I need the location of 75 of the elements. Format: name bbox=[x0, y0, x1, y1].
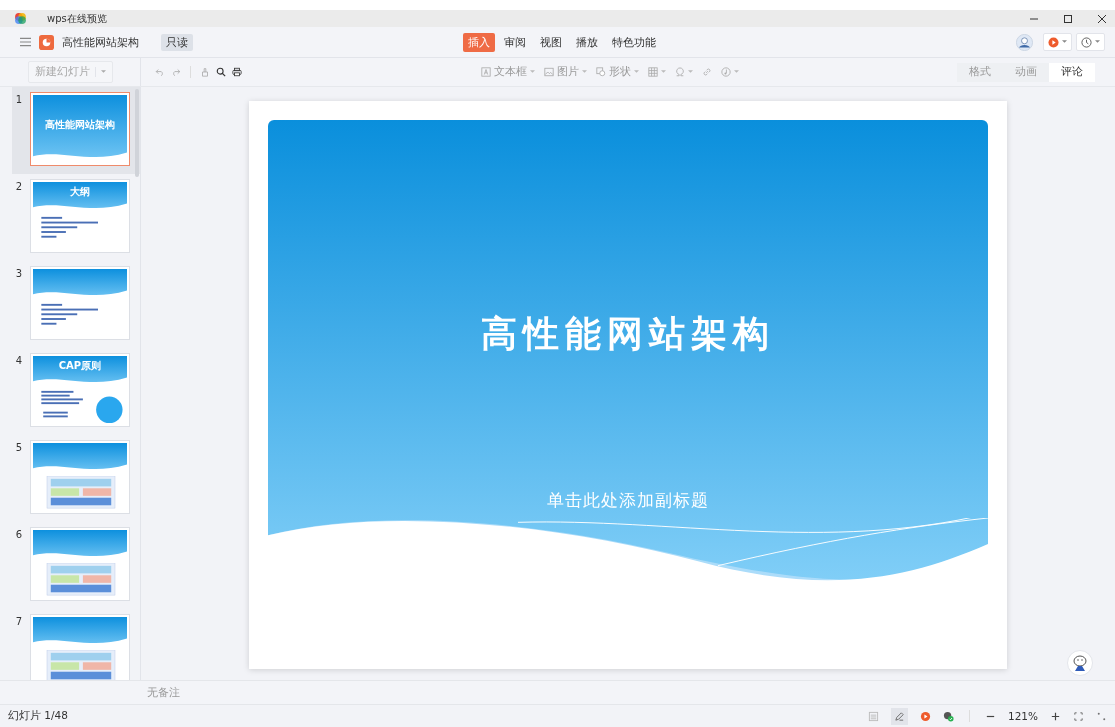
slide-thumbnail[interactable] bbox=[30, 527, 130, 601]
play-icon bbox=[1048, 36, 1059, 48]
slide-number: 2 bbox=[14, 180, 24, 194]
slide-title: 高性能网站架构 bbox=[481, 311, 775, 356]
thumbnail-title: CAP原则 bbox=[58, 360, 102, 371]
slide-number: 5 bbox=[14, 441, 24, 455]
image-tool-button[interactable]: 图片 bbox=[543, 65, 587, 79]
play-icon[interactable] bbox=[919, 710, 931, 722]
window-title: wps在线预览 bbox=[47, 11, 107, 26]
menu-tab[interactable]: 视图 bbox=[535, 32, 567, 52]
slide-thumbnail[interactable] bbox=[30, 614, 130, 680]
presentation-icon bbox=[39, 34, 54, 50]
menu-tab[interactable]: 播放 bbox=[571, 32, 603, 52]
omega-icon bbox=[674, 67, 685, 77]
close-icon[interactable] bbox=[1097, 13, 1107, 24]
panel-tab[interactable]: 格式 bbox=[957, 62, 1003, 82]
search-icon[interactable] bbox=[216, 67, 226, 77]
notes-view-icon[interactable] bbox=[867, 710, 879, 722]
zoom-in-icon[interactable] bbox=[1050, 710, 1061, 722]
slide-number: 7 bbox=[14, 615, 24, 629]
assistant-mascot-icon[interactable] bbox=[1067, 650, 1093, 676]
thumbnail-title: 高性能网站架构 bbox=[45, 119, 115, 130]
web-share-icon[interactable] bbox=[942, 710, 954, 722]
caret-icon bbox=[733, 70, 739, 74]
slide-number: 1 bbox=[14, 93, 24, 107]
redo-icon[interactable] bbox=[171, 67, 181, 77]
slide-counter: 幻灯片 1/48 bbox=[8, 709, 68, 723]
image-icon bbox=[543, 67, 554, 77]
slide-number: 3 bbox=[14, 267, 24, 281]
thumbnail-title: 大纲 bbox=[70, 186, 90, 197]
slide-number: 4 bbox=[14, 354, 24, 368]
caret-icon bbox=[687, 70, 693, 74]
caret-icon bbox=[1062, 40, 1067, 44]
caret-icon bbox=[633, 70, 639, 74]
table-icon bbox=[647, 67, 658, 77]
textbox-tool-button[interactable]: 文本框 bbox=[480, 65, 535, 79]
pen-icon[interactable] bbox=[890, 707, 908, 725]
slide-number: 6 bbox=[14, 528, 24, 542]
slide-thumbnail[interactable]: 大纲 bbox=[30, 179, 130, 253]
play-dropdown-button[interactable] bbox=[1043, 33, 1072, 51]
shape-tool-button[interactable]: 形状 bbox=[595, 65, 639, 79]
menu-tab[interactable]: 插入 bbox=[463, 32, 495, 52]
undo-icon[interactable] bbox=[155, 67, 165, 77]
menu-icon[interactable] bbox=[20, 37, 31, 47]
caret-icon bbox=[581, 70, 587, 74]
textbox-icon bbox=[480, 67, 491, 77]
notes-placeholder[interactable]: 无备注 bbox=[147, 685, 180, 700]
menu-tab[interactable]: 特色功能 bbox=[607, 32, 661, 52]
slide-thumbnail[interactable]: 高性能网站架构 bbox=[30, 92, 130, 166]
subtitle-placeholder[interactable]: 单击此处添加副标题 bbox=[547, 489, 709, 512]
history-dropdown-button[interactable] bbox=[1076, 33, 1105, 51]
clock-icon bbox=[1081, 36, 1092, 48]
caret-icon bbox=[660, 70, 666, 74]
slide-thumbnail[interactable] bbox=[30, 440, 130, 514]
print-icon[interactable] bbox=[232, 67, 242, 77]
slide-thumbnail[interactable] bbox=[30, 266, 130, 340]
app-logo-icon bbox=[14, 12, 27, 25]
slide-thumbnail[interactable]: CAP原则 bbox=[30, 353, 130, 427]
zoom-level: 121% bbox=[1007, 710, 1038, 722]
link-icon bbox=[701, 67, 712, 77]
document-title: 高性能网站架构 bbox=[62, 34, 139, 50]
user-avatar-icon[interactable] bbox=[1016, 33, 1033, 51]
caret-icon bbox=[529, 70, 535, 74]
read-only-badge: 只读 bbox=[161, 33, 193, 51]
table-tool-button[interactable] bbox=[647, 65, 666, 79]
format-painter-icon[interactable] bbox=[200, 67, 210, 77]
panel-tab[interactable]: 评论 bbox=[1049, 62, 1095, 82]
caret-icon bbox=[1095, 40, 1100, 44]
shape-icon bbox=[595, 67, 606, 77]
fit-window-icon[interactable] bbox=[1073, 710, 1084, 722]
music-icon bbox=[720, 67, 731, 77]
caret-icon bbox=[100, 70, 106, 74]
panel-tab[interactable]: 动画 bbox=[1003, 62, 1049, 82]
maximize-icon[interactable] bbox=[1063, 13, 1073, 24]
menu-tab[interactable]: 审阅 bbox=[499, 32, 531, 52]
